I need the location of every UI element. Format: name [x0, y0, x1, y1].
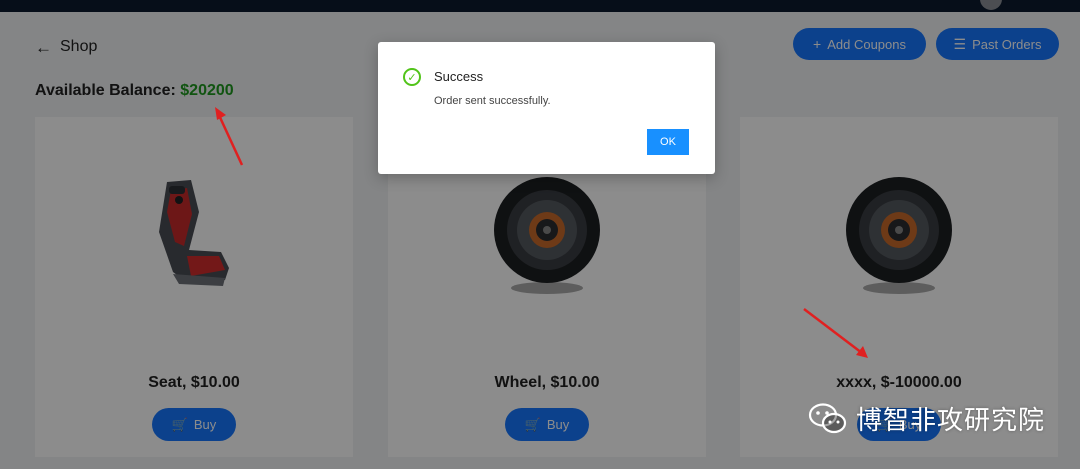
modal-content: Order sent successfully.	[434, 95, 551, 107]
watermark-text: 博智非攻研究院	[856, 406, 1046, 436]
annotation-arrow-icon	[803, 308, 868, 358]
annotation-arrow-icon	[215, 107, 244, 166]
check-circle-icon: ✓	[403, 68, 421, 86]
success-modal: ✓ Success Order sent successfully. OK	[378, 42, 715, 174]
modal-title: Success	[434, 69, 484, 84]
watermark: 博智非攻研究院	[808, 400, 1045, 437]
wechat-icon	[808, 402, 847, 433]
ok-button[interactable]: OK	[647, 129, 689, 155]
